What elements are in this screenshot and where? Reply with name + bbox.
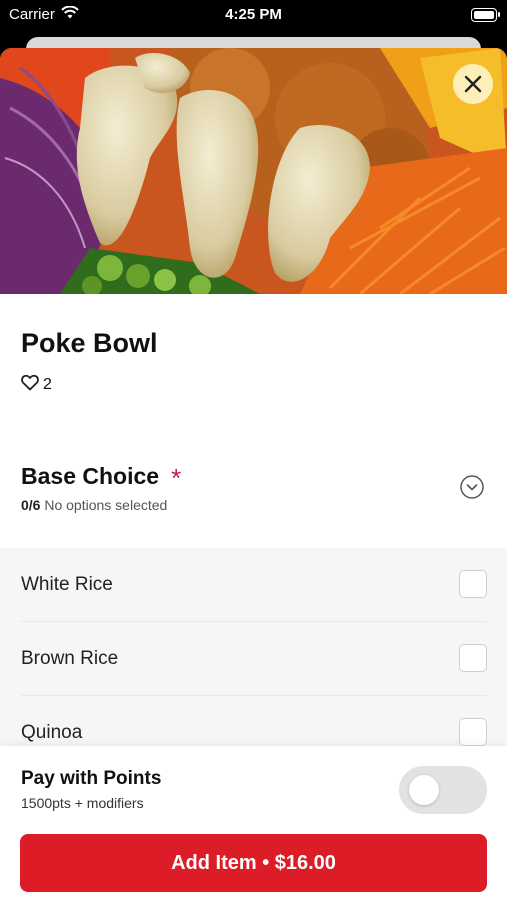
modifier-group-title: Base Choice — [21, 463, 160, 489]
checkout-footer: Pay with Points 1500pts + modifiers Add … — [0, 746, 507, 900]
pay-with-points-title: Pay with Points — [21, 768, 162, 789]
chevron-down-icon[interactable] — [460, 475, 484, 499]
selection-count: 0/6 — [21, 497, 41, 513]
option-checkbox[interactable] — [459, 718, 487, 746]
close-icon — [463, 74, 483, 94]
option-row-white-rice[interactable]: White Rice — [21, 548, 487, 622]
pay-with-points-toggle[interactable] — [399, 766, 487, 814]
option-label: Brown Rice — [21, 648, 119, 669]
item-detail-sheet: Poke Bowl 2 Base Choice * 0/6 No options… — [0, 48, 507, 900]
close-button[interactable] — [453, 64, 493, 104]
option-label: Quinoa — [21, 722, 83, 743]
status-bar: Carrier 4:25 PM — [0, 0, 507, 30]
battery-icon — [471, 8, 500, 22]
item-title: Poke Bowl — [21, 328, 158, 358]
option-checkbox[interactable] — [459, 644, 487, 672]
option-row-brown-rice[interactable]: Brown Rice — [21, 622, 487, 696]
add-item-button[interactable]: Add Item • $16.00 — [20, 834, 487, 892]
status-time: 4:25 PM — [225, 6, 282, 23]
heart-icon[interactable] — [21, 374, 39, 396]
option-label: White Rice — [21, 574, 113, 595]
like-counter[interactable]: 2 — [21, 374, 52, 396]
modifier-group-header[interactable]: Base Choice * — [21, 461, 182, 493]
pay-with-points-subtitle: 1500pts + modifiers — [21, 795, 144, 811]
item-photo — [0, 48, 507, 294]
toggle-knob — [409, 775, 439, 805]
option-checkbox[interactable] — [459, 570, 487, 598]
modifier-group-status: 0/6 No options selected — [21, 497, 167, 513]
required-marker: * — [171, 463, 182, 493]
selection-status: No options selected — [44, 497, 168, 513]
like-count: 2 — [43, 376, 52, 393]
